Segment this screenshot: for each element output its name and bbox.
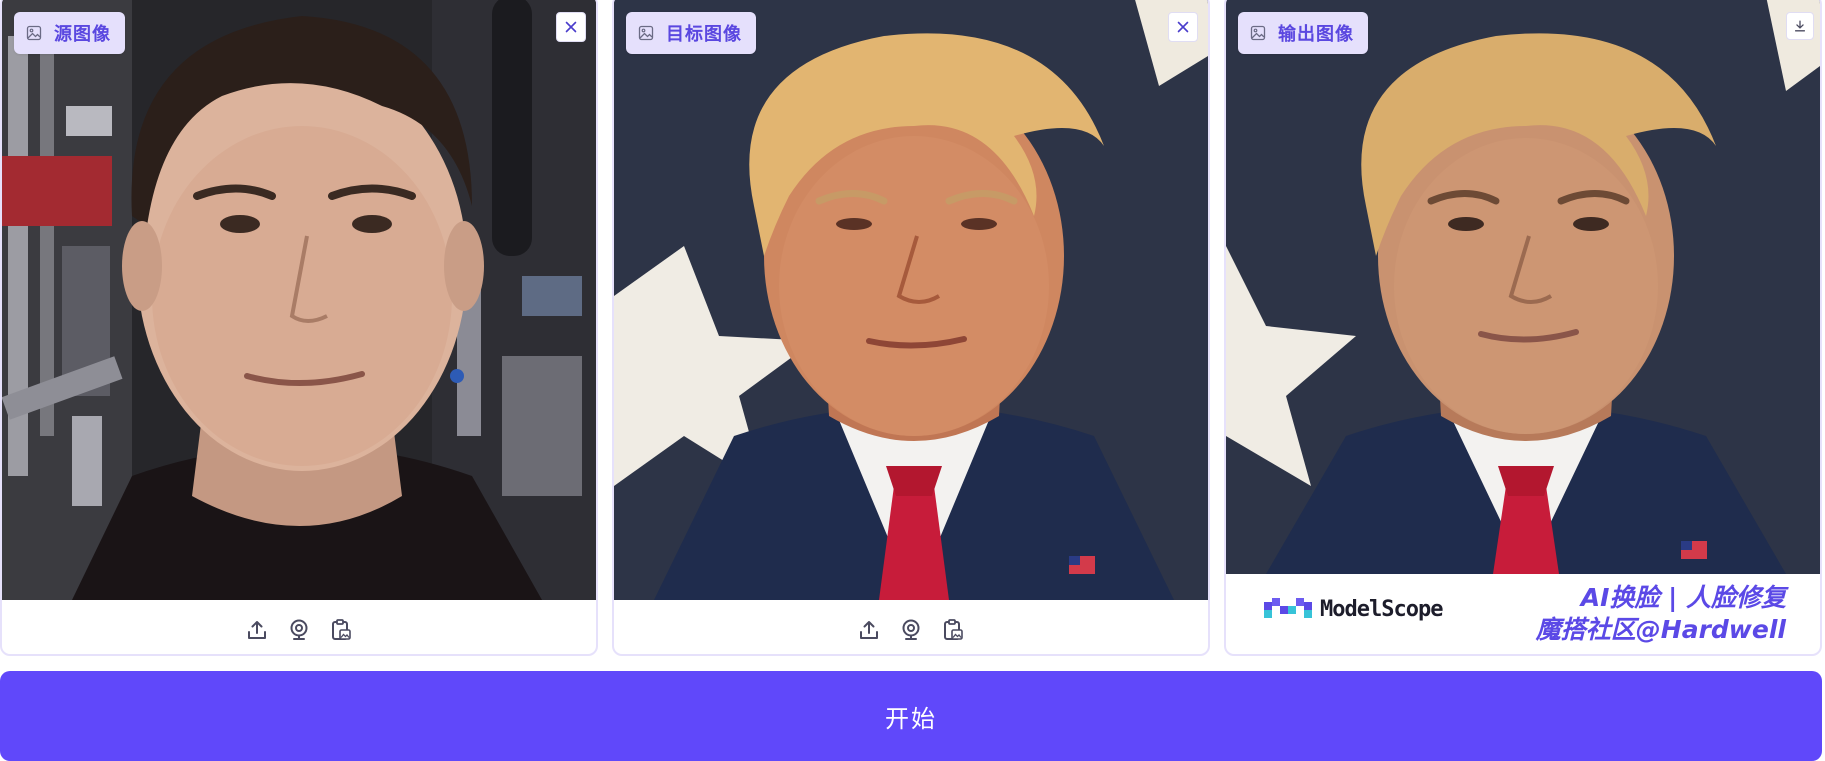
image-icon bbox=[1250, 25, 1266, 41]
webcam-button[interactable] bbox=[287, 618, 311, 642]
image-icon bbox=[26, 25, 42, 41]
paste-clipboard-button[interactable] bbox=[329, 618, 353, 642]
target-image-label-badge: 目标图像 bbox=[626, 12, 756, 54]
output-image-label-badge: 输出图像 bbox=[1238, 12, 1368, 54]
clipboard-image-icon bbox=[941, 618, 965, 642]
image-icon bbox=[638, 25, 654, 41]
target-image-toolbar bbox=[614, 612, 1208, 648]
download-button[interactable] bbox=[1786, 12, 1814, 40]
start-button[interactable]: 开始 bbox=[0, 671, 1822, 761]
webcam-icon bbox=[287, 618, 311, 642]
source-image-panel: 源图像 bbox=[0, 0, 598, 656]
clipboard-image-icon bbox=[329, 618, 353, 642]
webcam-icon bbox=[899, 618, 923, 642]
output-image-panel: 输出图像 ModelScope AI换脸 | 人脸修复 魔搭社区@Hardwel… bbox=[1224, 0, 1822, 656]
source-image-toolbar bbox=[2, 612, 596, 648]
output-image bbox=[1226, 0, 1820, 574]
download-icon bbox=[1793, 19, 1807, 33]
source-image-label-badge: 源图像 bbox=[14, 12, 125, 54]
close-icon bbox=[563, 19, 579, 35]
upload-button[interactable] bbox=[245, 618, 269, 642]
target-image-label: 目标图像 bbox=[666, 24, 742, 45]
upload-icon bbox=[245, 618, 269, 642]
modelscope-logo-icon bbox=[1264, 598, 1312, 618]
source-image-label: 源图像 bbox=[54, 24, 111, 45]
webcam-button[interactable] bbox=[899, 618, 923, 642]
slogan-line-2: 魔搭社区@Hardwell bbox=[1535, 615, 1786, 644]
target-image-panel: 目标图像 bbox=[612, 0, 1210, 656]
output-watermark: ModelScope AI换脸 | 人脸修复 魔搭社区@Hardwell bbox=[1226, 576, 1820, 654]
clear-source-button[interactable] bbox=[556, 12, 586, 42]
watermark-slogan: AI换脸 | 人脸修复 魔搭社区@Hardwell bbox=[1536, 582, 1786, 646]
source-image bbox=[2, 0, 596, 600]
target-image bbox=[614, 0, 1208, 600]
upload-button[interactable] bbox=[857, 618, 881, 642]
output-image-label: 输出图像 bbox=[1278, 24, 1354, 45]
slogan-line-1: AI换脸 | 人脸修复 bbox=[1580, 583, 1786, 612]
modelscope-logo: ModelScope bbox=[1264, 596, 1443, 622]
upload-icon bbox=[857, 618, 881, 642]
modelscope-brand-text: ModelScope bbox=[1320, 596, 1443, 622]
close-icon bbox=[1175, 19, 1191, 35]
paste-clipboard-button[interactable] bbox=[941, 618, 965, 642]
clear-target-button[interactable] bbox=[1168, 12, 1198, 42]
